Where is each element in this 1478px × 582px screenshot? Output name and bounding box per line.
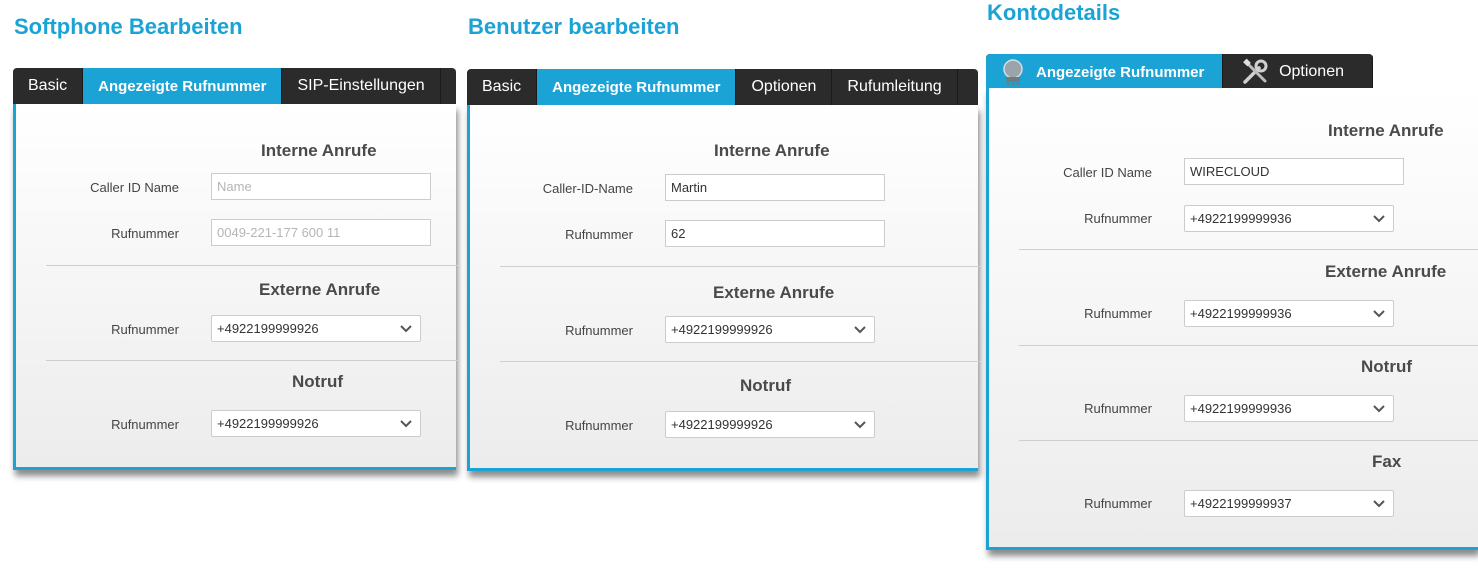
internal-number-select[interactable]: +4922199999936 (1184, 205, 1394, 232)
section-divider (46, 265, 459, 266)
panel-title-benutzer: Benutzer bearbeiten (468, 14, 680, 39)
chevron-down-icon (1373, 215, 1385, 223)
external-number-select[interactable]: +4922199999926 (211, 315, 421, 342)
fax-number-select[interactable]: +4922199999937 (1184, 490, 1394, 517)
user-form-card: Interne Anrufe Caller-ID-Name Rufnummer … (467, 105, 981, 471)
emergency-number-select[interactable]: +4922199999936 (1184, 395, 1394, 422)
section-title-internal: Interne Anrufe (261, 141, 377, 160)
section-divider (500, 361, 981, 362)
tab-optionen[interactable]: Optionen (1223, 54, 1373, 90)
external-number-value: +4922199999936 (1190, 306, 1292, 321)
section-divider (1019, 249, 1478, 250)
caller-id-label: Caller ID Name (90, 180, 179, 195)
emergency-number-value: +4922199999926 (217, 416, 319, 431)
caller-id-input[interactable] (211, 173, 431, 200)
internal-number-label: Rufnummer (111, 226, 179, 241)
external-number-select[interactable]: +4922199999926 (665, 316, 875, 343)
tab-rufumleitung[interactable]: Rufumleitung (832, 69, 958, 105)
tab-angezeigte-rufnummer[interactable]: Angezeigte Rufnummer (986, 54, 1224, 90)
softphone-form-card: Interne Anrufe Caller ID Name Rufnummer … (13, 104, 459, 470)
section-title-emergency: Notruf (740, 376, 791, 395)
fax-number-value: +4922199999937 (1190, 496, 1292, 511)
tab-basic[interactable]: Basic (467, 69, 538, 105)
emergency-number-select[interactable]: +4922199999926 (211, 410, 421, 437)
caller-id-label: Caller-ID-Name (542, 181, 633, 196)
section-divider (1019, 345, 1478, 346)
section-divider (500, 266, 981, 267)
section-divider (46, 360, 459, 361)
internal-number-label: Rufnummer (1084, 211, 1152, 226)
section-title-external: Externe Anrufe (1325, 262, 1447, 281)
tab-angezeigte-rufnummer[interactable]: Angezeigte Rufnummer (83, 68, 283, 104)
caller-id-input[interactable] (665, 174, 885, 201)
tab-basic[interactable]: Basic (13, 68, 84, 104)
panel-title-softphone: Softphone Bearbeiten (14, 14, 243, 39)
internal-number-value: +4922199999936 (1190, 211, 1292, 226)
section-title-internal: Interne Anrufe (1328, 121, 1444, 140)
external-number-select[interactable]: +4922199999936 (1184, 300, 1394, 327)
phone-icon (1003, 59, 1023, 86)
external-number-value: +4922199999926 (671, 322, 773, 337)
emergency-number-label: Rufnummer (111, 417, 179, 432)
tools-icon (1243, 58, 1268, 84)
chevron-down-icon (400, 420, 412, 428)
emergency-number-value: +4922199999926 (671, 417, 773, 432)
internal-number-input[interactable] (211, 219, 431, 246)
section-title-fax: Fax (1372, 452, 1402, 471)
tab-bar: Basic Angezeigte Rufnummer Optionen Rufu… (467, 69, 978, 105)
chevron-down-icon (1373, 500, 1385, 508)
account-form-card: Interne Anrufe Caller ID Name Rufnummer … (986, 88, 1478, 550)
caller-id-input[interactable] (1184, 158, 1404, 185)
tab-bar: Angezeigte Rufnummer Optionen (986, 54, 1373, 90)
fax-number-label: Rufnummer (1084, 496, 1152, 511)
section-title-internal: Interne Anrufe (714, 141, 830, 160)
external-number-label: Rufnummer (1084, 306, 1152, 321)
emergency-number-select[interactable]: +4922199999926 (665, 411, 875, 438)
external-number-label: Rufnummer (111, 322, 179, 337)
chevron-down-icon (854, 326, 866, 334)
emergency-number-label: Rufnummer (1084, 401, 1152, 416)
tab-label: Optionen (1279, 63, 1344, 80)
emergency-number-value: +4922199999936 (1190, 401, 1292, 416)
tab-optionen[interactable]: Optionen (736, 69, 833, 105)
panel-title-kontodetails: Kontodetails (987, 0, 1121, 25)
chevron-down-icon (400, 325, 412, 333)
tab-label: Angezeigte Rufnummer (1036, 63, 1205, 81)
caller-id-label: Caller ID Name (1063, 165, 1152, 180)
internal-number-label: Rufnummer (565, 227, 633, 242)
section-title-emergency: Notruf (292, 372, 343, 391)
chevron-down-icon (854, 421, 866, 429)
chevron-down-icon (1373, 405, 1385, 413)
external-number-value: +4922199999926 (217, 321, 319, 336)
chevron-down-icon (1373, 310, 1385, 318)
section-divider (1019, 440, 1478, 441)
tab-angezeigte-rufnummer[interactable]: Angezeigte Rufnummer (537, 69, 737, 105)
emergency-number-label: Rufnummer (565, 418, 633, 433)
section-title-external: Externe Anrufe (259, 280, 381, 299)
external-number-label: Rufnummer (565, 323, 633, 338)
tab-bar: Basic Angezeigte Rufnummer SIP-Einstellu… (13, 68, 456, 104)
internal-number-input[interactable] (665, 220, 885, 247)
tab-sip-einstellungen[interactable]: SIP-Einstellungen (282, 68, 441, 104)
section-title-emergency: Notruf (1361, 357, 1412, 376)
section-title-external: Externe Anrufe (713, 283, 835, 302)
